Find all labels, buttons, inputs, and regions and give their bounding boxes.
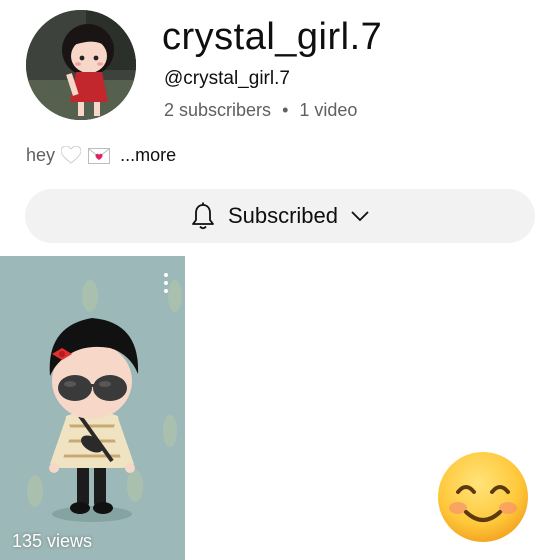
- more-link[interactable]: ...more: [120, 145, 176, 165]
- video-thumbnail[interactable]: 135 views: [0, 256, 185, 560]
- avatar-image: [26, 10, 136, 120]
- more-vert-icon[interactable]: [160, 272, 172, 294]
- channel-avatar[interactable]: [26, 10, 136, 120]
- channel-stats: 2 subscribers • 1 video: [164, 98, 357, 122]
- stats-separator: •: [282, 100, 289, 120]
- channel-description[interactable]: hey ...more: [26, 142, 176, 171]
- channel-handle: @crystal_girl.7: [164, 68, 290, 89]
- chevron-down-icon: [350, 210, 370, 222]
- bell-icon: [190, 201, 216, 231]
- subscriber-count: 2 subscribers: [164, 100, 272, 120]
- smiling-face-emoji: [436, 450, 530, 544]
- channel-name: crystal_girl.7: [162, 16, 383, 58]
- thumbnail-image: [0, 256, 185, 560]
- view-count: 135 views: [12, 531, 93, 551]
- white-heart-icon: [60, 145, 82, 171]
- video-count: 1 video: [299, 100, 358, 120]
- subscribed-label: Subscribed: [227, 203, 339, 228]
- subscribed-button[interactable]: Subscribed: [25, 189, 535, 243]
- bio-text: hey: [26, 145, 56, 165]
- love-letter-icon: [88, 145, 111, 171]
